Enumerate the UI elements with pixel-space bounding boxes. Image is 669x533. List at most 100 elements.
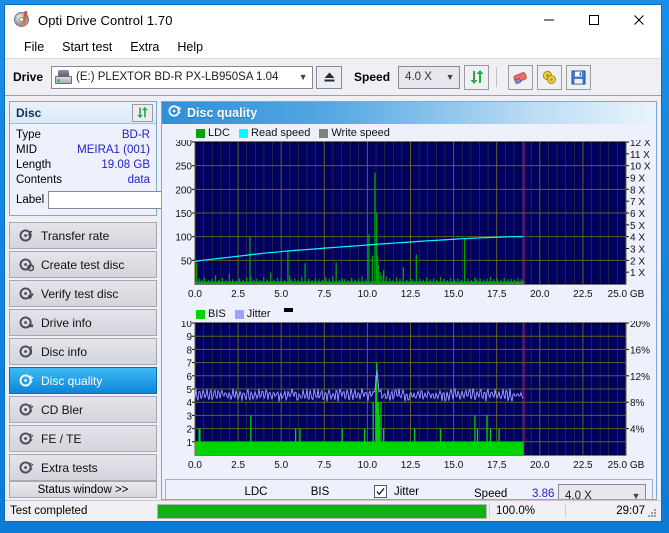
chart2-svg: 1 2 3 4 5 6 7 8 9 10 4% 8% 12% 16% 20% 0.0 2.5 5.0 7.5 10.0…	[181, 319, 650, 471]
svg-text:1 X: 1 X	[630, 268, 645, 279]
stats-grid: LDC BIS Avg 0.73 0.01 Max 235	[172, 483, 352, 499]
menu-start-test[interactable]: Start test	[53, 37, 121, 57]
disc-row-value: MEIRA1 (001)	[77, 143, 150, 156]
svg-text:17.5: 17.5	[487, 460, 507, 471]
svg-text:8 X: 8 X	[630, 185, 645, 196]
svg-text:25.0 GB: 25.0 GB	[608, 289, 645, 300]
svg-text:10: 10	[181, 321, 193, 330]
test-speed-select[interactable]: 4.0 X ▼	[558, 484, 646, 500]
sidebar-item-disc-info[interactable]: Disc info	[9, 338, 157, 365]
sidebar-item-disc-quality[interactable]: Disc quality	[9, 367, 157, 394]
jitter-header: Jitter	[374, 483, 460, 499]
minimize-icon[interactable]	[526, 5, 571, 35]
disc-drive-icon	[16, 315, 36, 330]
settings-button[interactable]	[537, 64, 563, 90]
disc-row-key: Length	[16, 158, 52, 171]
test-speed-value: 4.0 X	[565, 489, 592, 500]
disc-row-key: Type	[16, 128, 41, 141]
svg-text:5.0: 5.0	[274, 460, 288, 471]
svg-text:0.0: 0.0	[188, 289, 202, 300]
refresh-button[interactable]	[464, 64, 490, 90]
gear-icon	[542, 70, 556, 84]
floppy-save-icon	[571, 70, 586, 84]
drive-select[interactable]: (E:) PLEXTOR BD-R PX-LB950SA 1.04 ▼	[51, 65, 314, 89]
menu-extra[interactable]: Extra	[121, 37, 168, 57]
disc-bler-icon	[16, 402, 36, 417]
window-controls	[526, 5, 661, 35]
menu-help[interactable]: Help	[168, 37, 212, 57]
sidebar-item-transfer-rate[interactable]: Transfer rate	[9, 222, 157, 249]
sidebar-item-fe-te[interactable]: FE / TE	[9, 425, 157, 452]
sidebar-item-label: CD Bler	[41, 402, 84, 417]
chevron-down-icon: ▼	[445, 72, 455, 82]
sidebar-item-extra-tests[interactable]: Extra tests	[9, 454, 157, 481]
legend-swatch-read-speed	[239, 128, 249, 138]
close-icon[interactable]	[616, 5, 661, 35]
svg-text:8%: 8%	[630, 398, 645, 409]
bis-jitter-chart: BIS Jitter 1 2 3 4 5 6 7 8 9 10 4% 8% 12% 16% 20% 0.0 2.…	[165, 307, 653, 476]
svg-text:15.0: 15.0	[444, 289, 464, 300]
chart1-legend: LDC Read speed Write speed	[165, 126, 653, 140]
erase-button[interactable]	[508, 64, 534, 90]
sidebar-item-drive-info[interactable]: Drive info	[9, 309, 157, 336]
sidebar-item-label: Create test disc	[41, 257, 125, 272]
save-button[interactable]	[566, 64, 592, 90]
svg-text:7.5: 7.5	[317, 460, 331, 471]
svg-text:22.5: 22.5	[573, 460, 593, 471]
legend-swatch-bis	[196, 309, 205, 319]
svg-text:10.0: 10.0	[358, 289, 378, 300]
speed-select[interactable]: 4.0 X ▼	[398, 65, 461, 89]
progress-percent: 100.0%	[489, 505, 565, 517]
panel-header: Disc quality	[162, 102, 656, 124]
status-text: Test completed	[10, 505, 88, 517]
disc-quality-icon	[168, 104, 182, 123]
panel-title: Disc quality	[187, 106, 258, 120]
svg-text:25.0 GB: 25.0 GB	[608, 460, 645, 471]
disc-detail-rows: Type BD-R MID MEIRA1 (001) Length 19.08 …	[10, 124, 217, 215]
legend-label-read-speed: Read speed	[251, 127, 311, 139]
ldc-read-speed-chart: LDC Read speed Write speed 50 100 150 200 25…	[165, 126, 653, 305]
svg-text:12.5: 12.5	[401, 289, 421, 300]
svg-text:6: 6	[186, 372, 192, 383]
window-title: Opti Drive Control 1.70	[38, 12, 173, 28]
disc-row-contents: Contents data	[16, 172, 150, 187]
svg-text:2.5: 2.5	[231, 289, 245, 300]
status-bar: Test completed 100.0% 29:07	[5, 500, 661, 521]
disc-refresh-button[interactable]	[132, 103, 153, 122]
stats-col-bis: BIS	[310, 485, 330, 498]
maximize-icon[interactable]	[571, 5, 616, 35]
progress-bar	[157, 503, 487, 519]
application-window: Opti Drive Control 1.70 File Start test …	[4, 4, 662, 522]
status-window-button[interactable]: Status window >>	[9, 481, 157, 498]
svg-text:15.0: 15.0	[444, 460, 464, 471]
sidebar-item-create-test-disc[interactable]: Create test disc	[9, 251, 157, 278]
svg-text:7.5: 7.5	[317, 289, 331, 300]
svg-text:9: 9	[186, 332, 192, 343]
title-bar: Opti Drive Control 1.70	[5, 5, 661, 35]
sidebar-item-verify-test-disc[interactable]: Verify test disc	[9, 280, 157, 307]
charts-container: LDC Read speed Write speed 50 100 150 200 25…	[162, 124, 656, 476]
svg-text:5.0: 5.0	[274, 289, 288, 300]
sidebar-item-label: Drive info	[41, 315, 92, 330]
eject-button[interactable]	[316, 65, 343, 89]
legend-swatch-jitter	[234, 309, 244, 319]
svg-text:22.5: 22.5	[573, 289, 593, 300]
resize-grip-icon[interactable]	[646, 507, 658, 519]
disc-fete-icon	[16, 431, 36, 446]
action-buttons: 4.0 X ▼ Start full Start part	[558, 484, 646, 500]
svg-text:17.5: 17.5	[487, 289, 507, 300]
sidebar-item-cd-bler[interactable]: CD Bler	[9, 396, 157, 423]
eject-icon	[324, 72, 335, 82]
drive-label: Drive	[13, 70, 44, 84]
disc-row-key: Contents	[16, 173, 63, 186]
legend-swatch-write-speed	[319, 128, 329, 138]
svg-text:11 X: 11 X	[630, 150, 650, 161]
jitter-checkbox[interactable]	[374, 485, 387, 498]
toolbar: Drive (E:) PLEXTOR BD-R PX-LB950SA 1.04 …	[5, 58, 661, 96]
disc-pen-icon	[13, 10, 31, 29]
eraser-icon	[513, 72, 527, 84]
disc-verify-icon	[16, 286, 36, 301]
sidebar: Disc Type BD-R MID MEIRA1 (001) Length 1…	[5, 96, 217, 500]
menu-file[interactable]: File	[15, 37, 53, 57]
chart2-legend: BIS Jitter	[165, 307, 653, 321]
